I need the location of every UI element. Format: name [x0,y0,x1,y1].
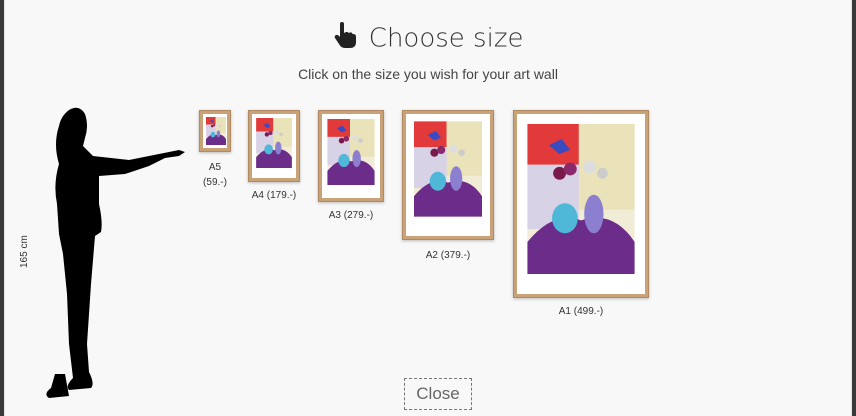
size-chooser-modal: Choose size Click on the size you wish f… [4,0,852,416]
height-label: 165 cm [19,235,30,268]
painting-image [256,118,292,168]
painting-a1 [517,114,645,294]
painting-image [327,119,375,185]
size-label-a3: A3 (279.-) [328,210,374,221]
size-label-a1: A1 (499.-) [558,306,604,317]
painting-a3 [322,114,380,198]
painting-image [414,121,482,217]
frame-a5[interactable] [199,110,231,152]
painting-a5 [203,114,227,148]
painting-image [206,117,226,145]
frame-a3[interactable] [318,110,384,202]
painting-image [527,124,635,274]
size-price-a5: (59.-) [203,177,227,188]
size-label-a2: A2 (379.-) [425,250,471,261]
painting-a2 [406,114,490,236]
person-silhouette [29,104,189,405]
painting-a4 [252,114,296,178]
frame-a4[interactable] [248,110,300,182]
size-label-a4: A4 (179.-) [251,190,297,201]
close-button[interactable]: Close [404,378,472,410]
modal-subtitle: Click on the size you wish for your art … [298,66,558,82]
size-name-a5: A5 [208,162,222,173]
frame-a2[interactable] [402,110,494,240]
pointing-hand-icon [333,22,357,55]
size-label-a5: A5 (59.-) [199,160,231,190]
modal-title: Choose size [5,22,851,55]
frame-a1[interactable] [513,110,649,298]
